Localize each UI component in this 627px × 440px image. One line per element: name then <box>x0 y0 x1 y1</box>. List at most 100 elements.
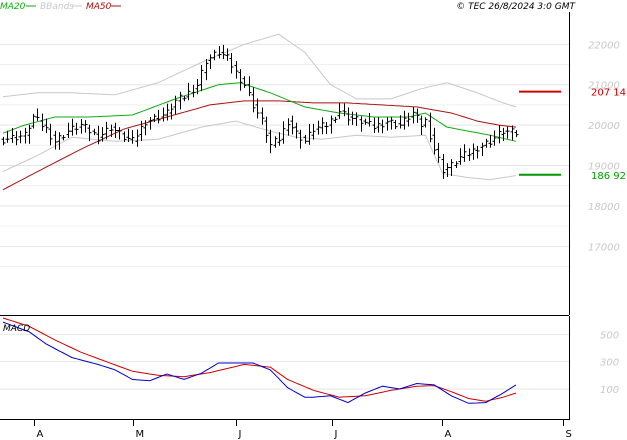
ohlc-bar <box>406 112 411 127</box>
ohlc-bar <box>14 131 19 146</box>
copyright-notice: © TEC 26/8/2024 3:0 GMT <box>456 2 576 12</box>
ohlc-bar <box>389 116 394 130</box>
ohlc-bar <box>480 142 485 156</box>
ohlc-bar <box>380 119 385 134</box>
ohlc-bar <box>1 136 6 146</box>
ohlc-bar <box>238 69 243 91</box>
ohlc-bar <box>510 125 515 141</box>
ohlc-bar <box>311 123 316 140</box>
ohlc-bar <box>44 118 49 134</box>
ohlc-bar <box>342 103 347 117</box>
ohlc-bar <box>74 122 79 135</box>
ohlc-bar <box>156 109 161 124</box>
bb-lower-line <box>2 120 517 181</box>
ohlc-bar <box>204 58 209 81</box>
ohlc-bar <box>324 122 329 135</box>
ohlc-bar <box>505 126 510 139</box>
price-y-tick-label: 20000 <box>588 121 620 132</box>
ohlc-bar <box>251 87 256 113</box>
x-axis-tick-label: J <box>238 429 242 440</box>
ohlc-bar <box>337 103 342 120</box>
ohlc-bar <box>40 113 45 132</box>
ohlc-bar <box>316 120 321 135</box>
ohlc-bar <box>217 46 222 59</box>
ohlc-bar <box>333 116 338 123</box>
ohlc-bar <box>61 135 66 141</box>
price-level-label: 207 14 <box>591 88 626 99</box>
macd-y-tick-label: 300 <box>600 358 619 369</box>
ohlc-bar <box>514 130 519 138</box>
ohlc-bar <box>122 131 127 142</box>
price-level-label: 186 92 <box>591 171 626 182</box>
ohlc-bar <box>169 103 174 120</box>
price-y-tick-labels: 170001800019000200002100022000 <box>588 40 620 253</box>
macd-title: MACD <box>3 324 30 334</box>
ohlc-bar <box>35 108 40 121</box>
ohlc-bar <box>277 132 282 146</box>
ohlc-bar <box>273 136 278 148</box>
ohlc-bar <box>186 82 191 101</box>
ohlc-bar <box>70 118 75 136</box>
ohlc-bar <box>260 107 265 125</box>
ohlc-bar <box>27 124 32 144</box>
macd-grid <box>0 333 569 390</box>
ohlc-bar <box>268 129 273 154</box>
x-axis-tick-label: J <box>334 429 338 440</box>
ohlc-bar <box>199 64 204 92</box>
bollinger-bands <box>2 33 517 181</box>
macd-y-tick-labels: 100 300 500 <box>600 330 619 396</box>
ohlc-bar <box>126 128 131 142</box>
ohlc-bar <box>449 159 454 177</box>
x-axis-tick-label: A <box>37 429 44 440</box>
ohlc-bar <box>492 130 497 146</box>
ohlc-bar <box>320 117 325 135</box>
ohlc-bar <box>346 107 351 126</box>
ohlc-bar <box>467 148 472 161</box>
ohlc-bar <box>31 113 36 129</box>
ohlc-bar <box>432 127 437 155</box>
ohlc-bar <box>402 110 407 130</box>
macd-y-tick-label: 100 <box>600 385 619 396</box>
ohlc-bar <box>57 132 62 150</box>
ohlc-bar <box>436 142 441 163</box>
ohlc-bar <box>423 117 428 128</box>
ohlc-bar <box>229 53 234 74</box>
price-grid <box>0 43 569 268</box>
ohlc-bar <box>18 130 23 144</box>
ohlc-bar <box>161 107 166 122</box>
ohlc-bar <box>79 118 84 134</box>
legend-label-ma50: MA50 <box>86 2 112 12</box>
ohlc-bar <box>385 117 390 131</box>
ma20-line <box>2 82 517 142</box>
ohlc-bar <box>367 113 372 127</box>
ohlc-bar <box>148 117 153 130</box>
ohlc-bar <box>303 134 308 144</box>
ohlc-bar <box>92 128 97 136</box>
ohlc-bar <box>462 144 467 162</box>
x-axis-tick-label: A <box>445 429 452 440</box>
ohlc-bar <box>234 61 239 79</box>
legend-label-bbands: BBands <box>40 2 74 12</box>
moving-averages <box>2 82 517 191</box>
ohlc-bar <box>117 127 122 140</box>
ohlc-bar <box>48 123 53 146</box>
price-y-tick-label: 17000 <box>588 242 620 253</box>
ohlc-bar <box>225 48 230 61</box>
ohlc-bar <box>415 108 420 123</box>
ohlc-bar <box>212 49 217 61</box>
ohlc-bar <box>242 76 247 88</box>
ohlc-bar <box>393 120 398 130</box>
ohlc-bar <box>359 116 364 132</box>
ohlc-bar <box>458 148 463 165</box>
ohlc-bar <box>178 91 183 110</box>
ohlc-bar <box>135 129 140 147</box>
x-axis-tick-label: M <box>136 429 145 440</box>
chart-stage: 17000 18000 19000 20000 21000 22000 100 300 500… <box>0 0 627 440</box>
ohlc-bar <box>484 138 489 148</box>
ohlc-bar <box>363 118 368 125</box>
ohlc-bar <box>208 54 213 69</box>
ohlc-bar <box>475 145 480 159</box>
ohlc-bar <box>329 115 334 134</box>
ohlc-bar <box>23 127 28 144</box>
price-y-tick-label: 18000 <box>588 202 620 213</box>
